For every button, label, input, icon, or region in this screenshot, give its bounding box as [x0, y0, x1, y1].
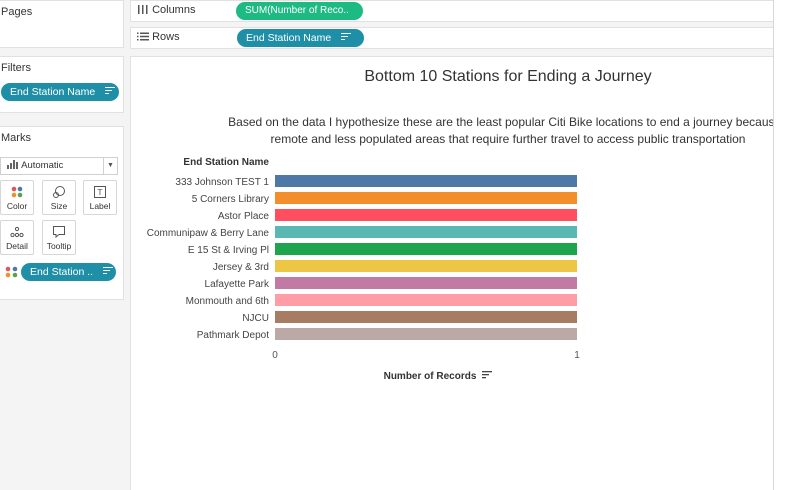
x-axis-title: Number of Records — [384, 371, 477, 382]
vertical-scrollbar[interactable] — [774, 0, 787, 490]
columns-shelf-header: Columns — [137, 4, 195, 16]
mark-type-dropdown[interactable]: Automatic ▼ — [0, 157, 118, 175]
size-icon — [43, 185, 75, 199]
svg-text:T: T — [97, 188, 103, 197]
bar — [275, 260, 577, 272]
pages-card[interactable]: Pages — [0, 0, 124, 48]
rows-pill-end-station-name[interactable]: End Station Name — [237, 29, 364, 47]
columns-pill-label: SUM(Number of Reco.. — [245, 5, 349, 16]
bar — [275, 294, 577, 306]
rows-icon — [137, 32, 149, 41]
x-tick-label: 0 — [272, 350, 278, 361]
color-button-label: Color — [6, 201, 28, 211]
label-button[interactable]: T Label — [83, 180, 117, 215]
mark-type-value: Automatic — [21, 160, 64, 171]
tooltip-button[interactable]: Tooltip — [42, 220, 76, 255]
category-label: 333 Johnson TEST 1 — [175, 177, 269, 188]
bar — [275, 328, 577, 340]
filters-title: Filters — [1, 62, 31, 74]
columns-icon — [138, 5, 148, 14]
label-icon: T — [84, 185, 116, 199]
left-panel: Pages Filters End Station Name Marks Aut… — [0, 0, 126, 490]
sort-descending-icon — [341, 33, 352, 41]
size-button[interactable]: Size — [42, 180, 76, 215]
marks-card: Marks Automatic ▼ Color Size T Label Det… — [0, 126, 124, 300]
filter-pill-label: End Station Name — [10, 86, 96, 98]
tooltip-button-label: Tooltip — [46, 241, 72, 251]
bar — [275, 277, 577, 289]
sort-descending-icon — [482, 377, 486, 379]
category-label: E 15 St & Irving Pl — [188, 245, 269, 256]
detail-icon — [1, 225, 33, 239]
rows-shelf[interactable]: Rows End Station Name — [130, 27, 774, 49]
color-pill-end-station[interactable]: End Station .. — [21, 263, 116, 281]
bar-chart: End Station Name 333 Johnson TEST 1 5 Corn… — [147, 157, 581, 382]
x-tick-label: 1 — [574, 350, 580, 361]
category-label: Pathmark Depot — [197, 330, 269, 341]
category-label: Communipaw & Berry Lane — [147, 228, 270, 239]
sort-descending-icon — [482, 371, 492, 373]
visualization-area: Bottom 10 Stations for Ending a Journey … — [130, 56, 774, 490]
bar — [275, 192, 577, 204]
tooltip-icon — [43, 225, 75, 239]
category-label: Jersey & 3rd — [213, 262, 269, 273]
bar-chart-icon — [7, 160, 18, 169]
chart-title: Bottom 10 Stations for Ending a Journey — [364, 68, 652, 85]
sort-descending-icon — [482, 374, 489, 376]
filter-pill-end-station-name[interactable]: End Station Name — [1, 83, 119, 101]
category-label: Lafayette Park — [205, 279, 270, 290]
category-label: Monmouth and 6th — [186, 296, 269, 307]
size-button-label: Size — [50, 201, 68, 211]
color-pill-label: End Station .. — [30, 266, 94, 278]
bar — [275, 243, 577, 255]
bar — [275, 175, 577, 187]
bar — [275, 311, 577, 323]
category-label: NJCU — [242, 313, 269, 324]
columns-shelf[interactable]: Columns SUM(Number of Reco.. — [130, 0, 774, 22]
chart-caption: Based on the data I hypothesize these ar… — [131, 114, 774, 148]
category-label: 5 Corners Library — [192, 194, 269, 205]
detail-button-label: Detail — [6, 241, 28, 251]
marks-title: Marks — [1, 132, 31, 144]
caption-line-1: Based on the data I hypothesize these ar… — [228, 115, 774, 129]
rows-shelf-header: Rows — [137, 31, 180, 43]
columns-pill-sum-records[interactable]: SUM(Number of Reco.. — [236, 2, 363, 20]
color-icon — [1, 185, 33, 199]
pages-title: Pages — [1, 6, 33, 18]
color-encoding-icon — [5, 266, 18, 278]
color-button[interactable]: Color — [0, 180, 34, 215]
label-button-label: Label — [89, 201, 111, 211]
y-axis-title: End Station Name — [183, 157, 269, 168]
rows-pill-label: End Station Name — [246, 32, 332, 44]
category-label: Astor Place — [218, 211, 270, 222]
tableau-workspace: Pages Filters End Station Name Marks Aut… — [0, 0, 787, 490]
bar — [275, 226, 577, 238]
sort-descending-icon — [105, 87, 116, 95]
sort-descending-icon — [102, 267, 113, 275]
bar — [275, 209, 577, 221]
columns-label: Columns — [152, 4, 196, 16]
rows-label: Rows — [152, 31, 180, 43]
filters-card[interactable]: Filters End Station Name — [0, 56, 124, 113]
detail-button[interactable]: Detail — [0, 220, 34, 255]
caption-line-2: remote and less populated areas that req… — [270, 132, 746, 146]
chevron-down-icon: ▼ — [103, 158, 117, 174]
